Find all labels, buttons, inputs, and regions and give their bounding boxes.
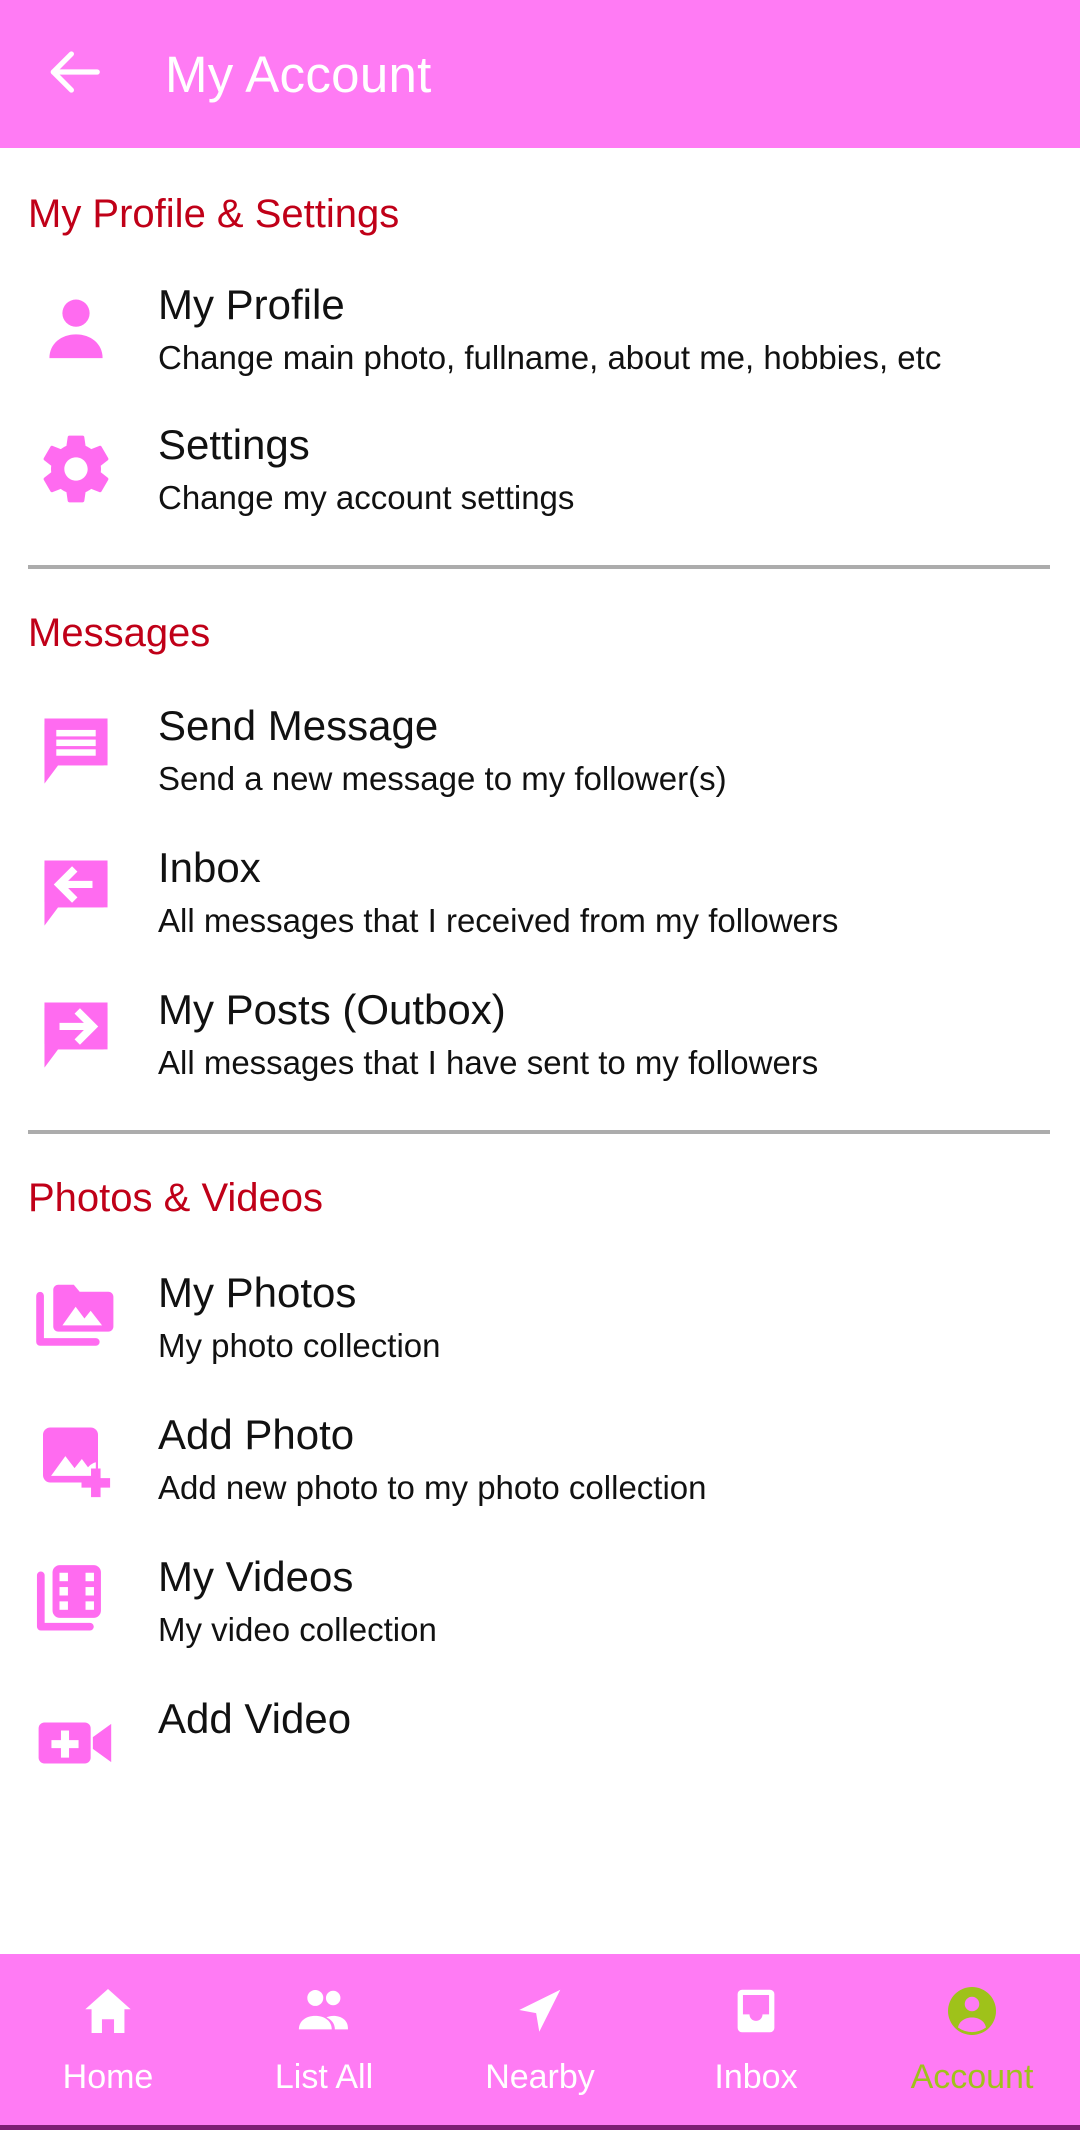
list-item-subtitle: My video collection xyxy=(158,1610,437,1648)
person-icon xyxy=(28,281,124,377)
nav-label: List All xyxy=(274,2058,374,2096)
list-item-title: My Photos xyxy=(158,1269,357,1316)
list-item-text: My Profile Change main photo, fullname, … xyxy=(158,281,941,377)
list-item-subtitle: Add new photo to my photo collection xyxy=(158,1468,707,1506)
nav-item-nearby[interactable]: Nearby xyxy=(432,1954,648,2125)
account-screen: My Account My Profile & Settings My Prof… xyxy=(0,0,1080,2130)
home-icon xyxy=(79,1980,137,2042)
list-item-subtitle: All messages that I have sent to my foll… xyxy=(158,1043,819,1081)
list-item-title: Add Video xyxy=(158,1695,352,1742)
nav-label: Account xyxy=(910,2058,1034,2096)
nav-item-inbox[interactable]: Inbox xyxy=(648,1954,864,2125)
list-item-title: Settings xyxy=(158,421,310,468)
list-item-settings[interactable]: Settings Change my account settings xyxy=(0,421,1080,517)
account-circle-icon xyxy=(942,1980,1002,2042)
list-item-title: My Profile xyxy=(158,281,345,328)
list-item-my-posts-outbox[interactable]: My Posts (Outbox) All messages that I ha… xyxy=(0,986,1080,1082)
list-item-subtitle: Change my account settings xyxy=(158,478,575,516)
list-item-subtitle: Change main photo, fullname, about me, h… xyxy=(158,338,942,376)
back-button[interactable] xyxy=(26,26,122,122)
list-item-my-photos[interactable]: My Photos My photo collection xyxy=(0,1269,1080,1365)
section-divider-2 xyxy=(28,1130,1050,1134)
list-item-title: Send Message xyxy=(158,702,439,749)
list-item-add-video[interactable]: Add Video xyxy=(0,1695,1080,1791)
list-item-title: Add Photo xyxy=(158,1411,355,1458)
list-item-my-profile[interactable]: My Profile Change main photo, fullname, … xyxy=(0,281,1080,377)
inbox-tray-icon xyxy=(727,1980,785,2042)
list-item-text: Add Video xyxy=(158,1695,351,1742)
list-item-text: Send Message Send a new message to my fo… xyxy=(158,702,727,798)
gear-icon xyxy=(28,421,124,517)
chat-bubble-arrow-right-icon xyxy=(28,986,124,1082)
section-heading-messages: Messages xyxy=(28,611,211,655)
section-divider-1 xyxy=(28,565,1050,569)
arrow-left-icon xyxy=(43,41,105,108)
film-strip-icon xyxy=(28,1553,124,1649)
list-item-subtitle: Send a new message to my follower(s) xyxy=(158,759,727,797)
list-item-title: Inbox xyxy=(158,844,261,891)
list-item-text: Settings Change my account settings xyxy=(158,421,574,517)
list-item-text: My Photos My photo collection xyxy=(158,1269,440,1365)
nav-item-list-all[interactable]: List All xyxy=(216,1954,432,2125)
list-item-text: My Videos My video collection xyxy=(158,1553,437,1649)
settings-list: My Profile & Settings My Profile Change … xyxy=(0,148,1080,1954)
list-item-text: Inbox All messages that I received from … xyxy=(158,844,838,940)
section-heading-photos-videos: Photos & Videos xyxy=(28,1176,324,1220)
navigate-icon xyxy=(511,1980,569,2042)
list-item-text: Add Photo Add new photo to my photo coll… xyxy=(158,1411,707,1507)
add-photo-icon xyxy=(28,1411,124,1507)
list-item-subtitle: All messages that I received from my fol… xyxy=(158,901,839,939)
nav-item-account[interactable]: Account xyxy=(864,1954,1080,2125)
list-item-text: My Posts (Outbox) All messages that I ha… xyxy=(158,986,818,1082)
chat-bubble-arrow-left-icon xyxy=(28,844,124,940)
nav-label: Home xyxy=(62,2058,154,2096)
list-item-subtitle: My photo collection xyxy=(158,1326,441,1364)
list-item-title: My Posts (Outbox) xyxy=(158,986,506,1033)
list-item-send-message[interactable]: Send Message Send a new message to my fo… xyxy=(0,702,1080,798)
page-title: My Account xyxy=(165,45,432,103)
nav-label: Inbox xyxy=(714,2058,798,2096)
list-item-add-photo[interactable]: Add Photo Add new photo to my photo coll… xyxy=(0,1411,1080,1507)
add-video-icon xyxy=(28,1695,124,1791)
bottom-navigation-bar: Home List All Nearby Inbox Account xyxy=(0,1954,1080,2130)
list-item-title: My Videos xyxy=(158,1553,354,1600)
app-bar: My Account xyxy=(0,0,1080,148)
nav-label: Nearby xyxy=(485,2058,595,2096)
chat-bubble-lines-icon xyxy=(28,702,124,798)
people-icon xyxy=(295,1980,353,2042)
nav-item-home[interactable]: Home xyxy=(0,1954,216,2125)
list-item-my-videos[interactable]: My Videos My video collection xyxy=(0,1553,1080,1649)
section-heading-profile-settings: My Profile & Settings xyxy=(28,192,400,236)
list-item-inbox[interactable]: Inbox All messages that I received from … xyxy=(0,844,1080,940)
photo-folder-icon xyxy=(28,1269,124,1365)
